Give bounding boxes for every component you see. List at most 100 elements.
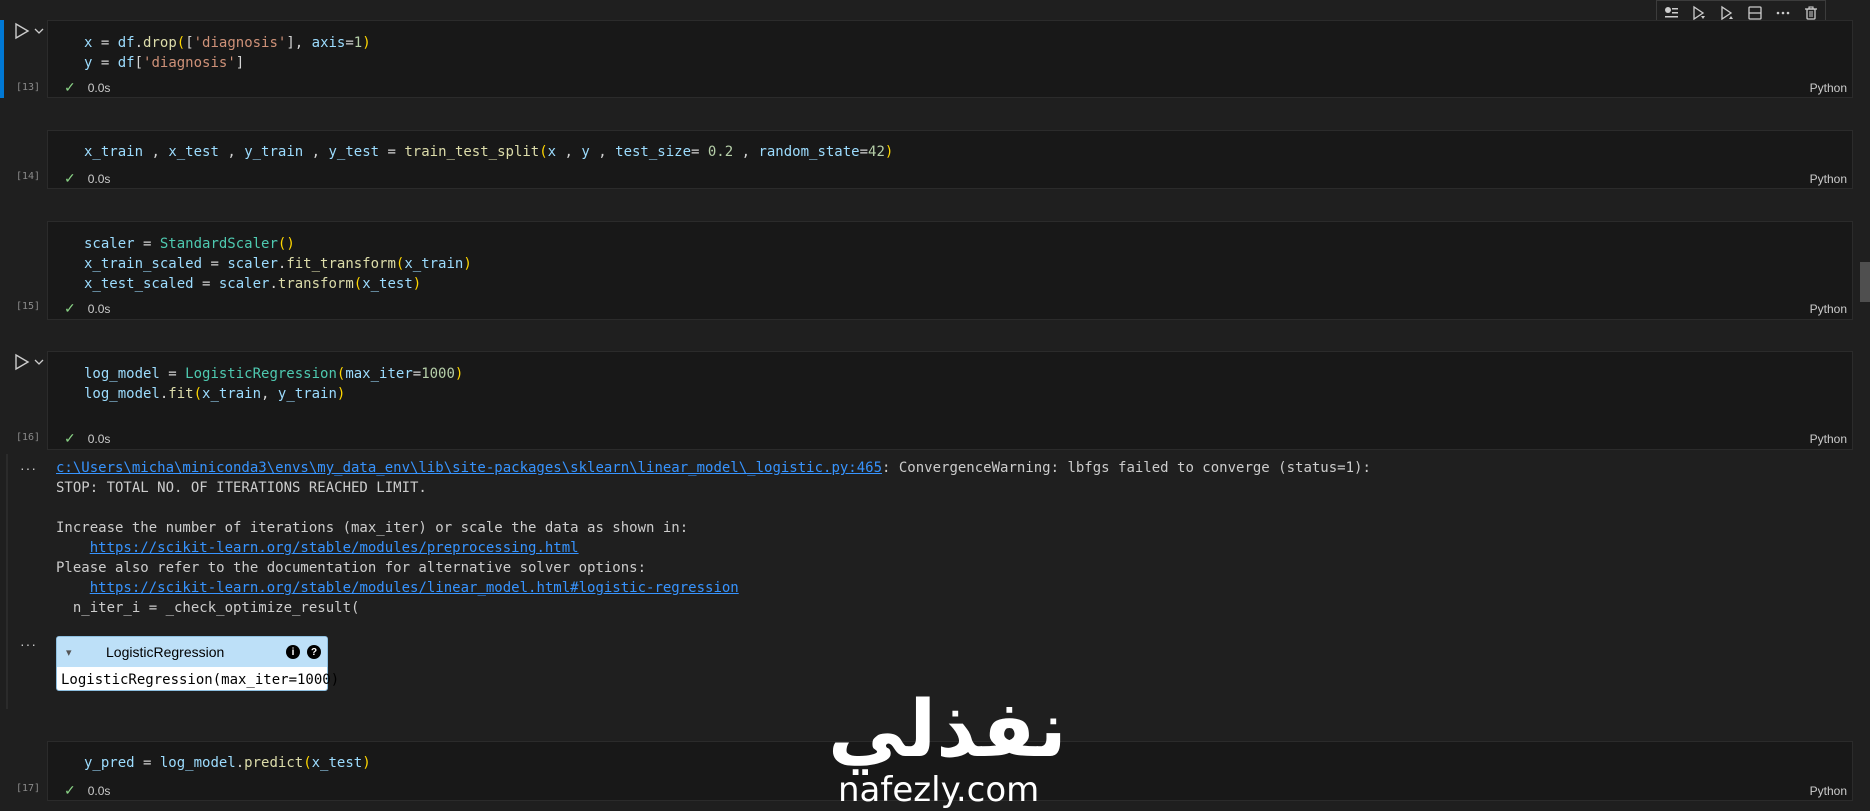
code-token: , [218,144,245,160]
code-token: log_model [159,755,236,771]
code-token: ], [286,35,312,51]
code-token: scaler [218,276,270,292]
code-token: 1 [353,35,363,51]
code-token: test_size [615,144,691,160]
focus-indicator [0,20,4,98]
output-line: Increase the number of iterations (max_i… [56,520,689,536]
code-token: = [345,35,354,51]
code-token: df [117,55,135,71]
code-token: = [134,755,160,771]
check-icon: ✓ [64,430,76,446]
code-token: y_train [244,144,304,160]
code-editor[interactable]: log_model = LogisticRegression(max_iter=… [84,364,463,404]
code-line: x_train_scaled = scaler.fit_transform(x_… [84,254,472,274]
code-editor[interactable]: scaler = StandardScaler() x_train_scaled … [84,234,472,294]
code-token: x [547,144,557,160]
code-token: = [134,236,160,252]
code-token: 0.2 [707,144,734,160]
code-token: , [143,144,169,160]
cell-status: ✓ 0.0s [64,170,110,187]
code-line: scaler = StandardScaler() [84,234,472,254]
code-token: predict [244,755,304,771]
code-editor[interactable]: x_train , x_test , y_train , y_test = tr… [84,142,893,162]
estimator-header[interactable]: ▾ LogisticRegression i ? [57,637,327,667]
output-gutter [6,454,8,709]
code-cell[interactable]: x_train , x_test , y_train , y_test = tr… [47,130,1853,189]
code-cell[interactable]: x = df.drop(['diagnosis'], axis=1) y = df… [47,20,1853,98]
cell-status: ✓ 0.0s [64,79,110,96]
cell-status: ✓ 0.0s [64,782,110,799]
code-token: train_test_split [404,144,540,160]
output-menu-icon[interactable]: ··· [20,460,37,476]
code-token: ) [362,755,371,771]
check-icon: ✓ [64,170,76,186]
code-token: () [277,236,295,252]
code-token: ) [454,366,464,382]
code-token: ) [884,144,894,160]
execution-time: 0.0s [87,80,111,95]
code-token: transform [277,276,354,292]
execution-count: [17] [16,783,41,794]
run-cell-button[interactable] [14,353,44,371]
code-token: x_test [168,144,219,160]
collapse-toggle-icon[interactable]: ▾ [66,646,72,659]
code-token: = [202,256,228,272]
code-token: x_train_scaled [84,256,203,272]
code-token: 1000 [421,366,455,382]
run-cell-button[interactable] [14,22,44,40]
code-token: , [589,144,616,160]
help-icon[interactable]: ? [307,645,321,659]
output-line: STOP: TOTAL NO. OF ITERATIONS REACHED LI… [56,480,427,496]
code-token: = [412,366,422,382]
vertical-scrollbar[interactable] [1860,262,1870,302]
code-token: x_train [404,256,464,272]
execution-time: 0.0s [87,301,111,316]
code-token: = [92,55,118,71]
code-token: max_iter [345,366,413,382]
preprocessing-link[interactable]: https://scikit-learn.org/stable/modules/… [90,540,579,556]
language-picker[interactable]: Python [1810,172,1847,186]
code-line: x = df.drop(['diagnosis'], axis=1) [84,33,371,53]
code-token: ) [336,386,346,402]
code-token: ( [303,755,312,771]
info-icon[interactable]: i [286,645,300,659]
code-editor[interactable]: y_pred = log_model.predict(x_test) [84,753,371,773]
logistic-regression-link[interactable]: https://scikit-learn.org/stable/modules/… [90,580,739,596]
code-token: df [117,35,135,51]
code-token: 42 [868,144,885,160]
code-token: , [303,144,329,160]
check-icon: ✓ [64,300,76,316]
code-token: x_train [84,144,144,160]
code-token: axis [311,35,346,51]
code-cell[interactable]: log_model = LogisticRegression(max_iter=… [47,351,1853,450]
code-token: ) [362,35,371,51]
execution-time: 0.0s [87,431,111,446]
output-menu-icon[interactable]: ··· [20,636,37,652]
code-token: [ [185,35,194,51]
code-token: StandardScaler [159,236,278,252]
code-token: = [379,144,405,160]
code-token: y_test [328,144,380,160]
language-picker[interactable]: Python [1810,784,1847,798]
code-token: = [691,144,708,160]
watermark-url: nafezly.com [838,770,1040,810]
code-token: . [134,35,144,51]
execution-time: 0.0s [87,783,111,798]
cell-status: ✓ 0.0s [64,430,110,447]
code-cell[interactable]: scaler = StandardScaler() x_train_scaled … [47,221,1853,320]
language-picker[interactable]: Python [1810,302,1847,316]
file-path-link[interactable]: c:\Users\micha\miniconda3\envs\my_data_e… [56,460,882,476]
estimator-repr: LogisticRegression(max_iter=1000) [61,672,340,688]
code-token: 'diagnosis' [143,55,236,71]
code-token: log_model [84,386,160,402]
code-editor[interactable]: x = df.drop(['diagnosis'], axis=1) y = df… [84,33,371,73]
code-token: ( [353,276,363,292]
code-token: LogisticRegression [185,366,337,382]
code-token: ( [193,386,203,402]
language-picker[interactable]: Python [1810,81,1847,95]
execution-count: [16] [16,432,41,443]
language-picker[interactable]: Python [1810,432,1847,446]
check-icon: ✓ [64,79,76,95]
code-token: . [269,276,278,292]
code-token: , [733,144,759,160]
